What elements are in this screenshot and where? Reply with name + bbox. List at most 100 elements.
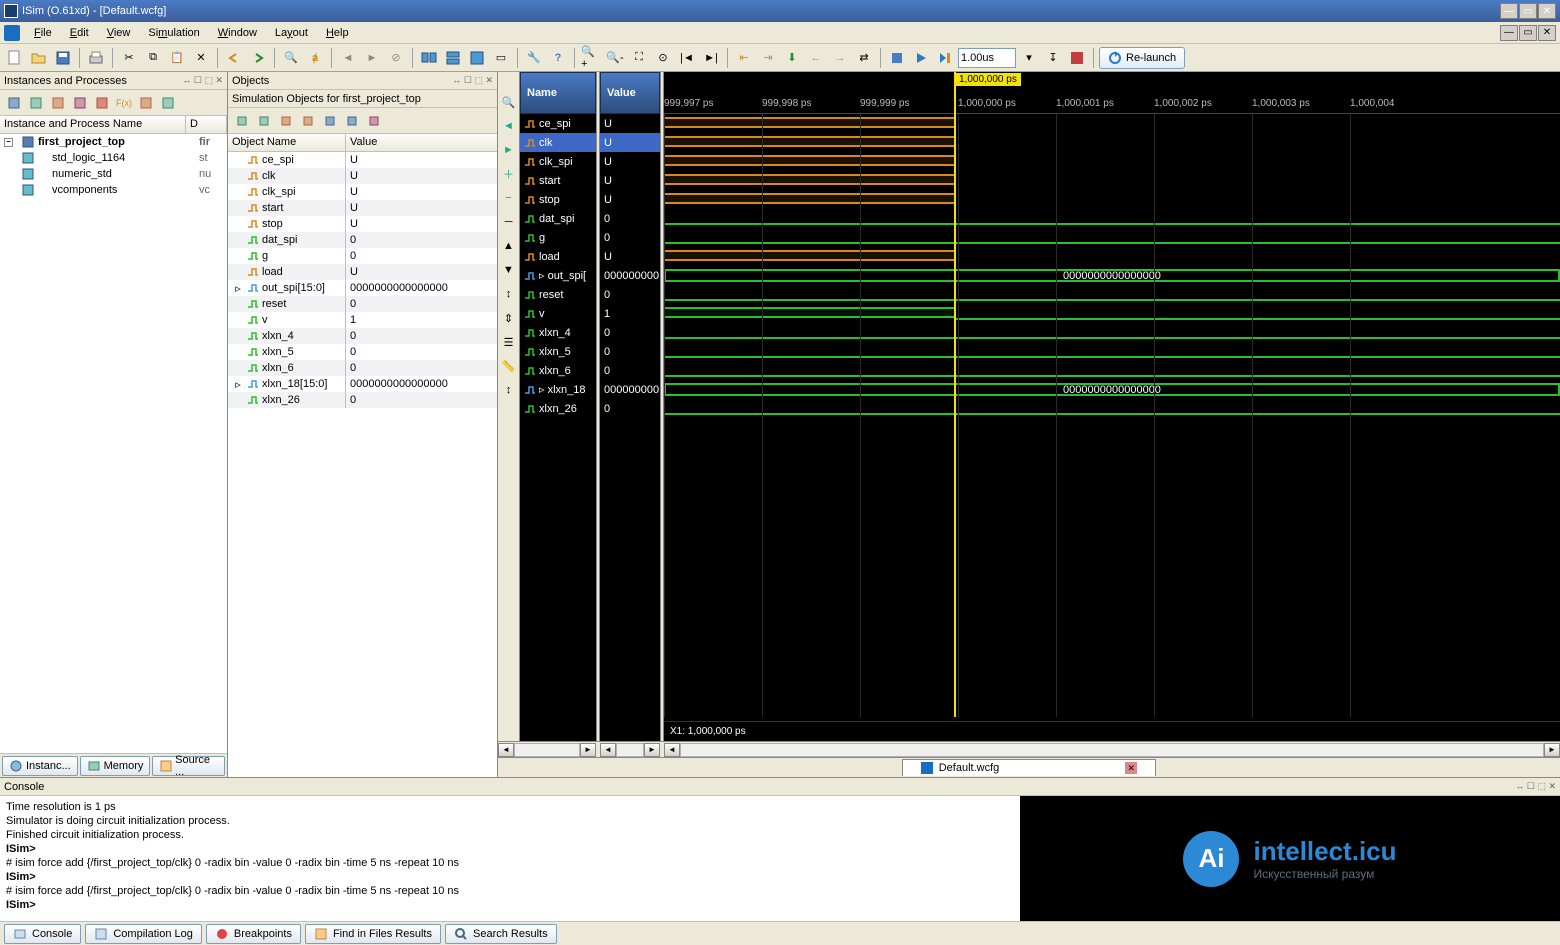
object-row[interactable]: ▹ out_spi[15:0] 0000000000000000 [228,280,497,296]
window-cascade-button[interactable] [418,47,440,69]
console-tab[interactable]: Find in Files Results [305,924,441,944]
wave-file-tab[interactable]: Default.wcfg ✕ [902,759,1157,776]
close-tab-icon[interactable]: ✕ [1125,762,1137,774]
wave-group-up-icon[interactable]: ▲ [499,236,519,256]
instance-row[interactable]: numeric_std nu [0,166,227,182]
window-tile-v-button[interactable] [466,47,488,69]
run-time-dropdown[interactable]: ▾ [1018,47,1040,69]
wave-signal-name[interactable]: xlxn_4 [520,323,596,342]
print-button[interactable] [85,47,107,69]
relaunch-button[interactable]: Re-launch [1099,47,1185,69]
console-tab[interactable]: Compilation Log [85,924,202,944]
wave-signal-name[interactable]: xlxn_5 [520,342,596,361]
menu-file[interactable]: File [26,25,60,41]
wave-lane[interactable] [664,152,1560,171]
left-tab[interactable]: Source ... [152,756,225,776]
obj-tb-6[interactable] [342,111,362,131]
goto-time-0-button[interactable]: |◄ [676,47,698,69]
step-button[interactable]: ↧ [1042,47,1064,69]
goto-prev-button[interactable]: ◄ [337,47,359,69]
wave-lane[interactable] [664,114,1560,133]
obj-tb-3[interactable] [276,111,296,131]
menu-view[interactable]: View [99,25,139,41]
left-tab[interactable]: Memory [80,756,151,776]
wave-signal-name[interactable]: ▹ xlxn_18 [520,380,596,399]
wave-lane[interactable] [664,209,1560,228]
wave-signal-name[interactable]: clk [520,133,596,152]
wave-h-scrollbar[interactable]: ◄► ◄► ◄► [498,741,1560,757]
wave-lane[interactable] [664,399,1560,418]
wave-goto-prev-icon[interactable]: ◄ [499,116,519,136]
new-button[interactable] [4,47,26,69]
object-row[interactable]: clk U [228,168,497,184]
wave-signal-value[interactable]: 0 [600,228,660,247]
restart-button[interactable] [886,47,908,69]
left-tab[interactable]: Instanc... [2,756,78,776]
inst-col-d[interactable]: D [186,116,227,133]
console-tab[interactable]: Console [4,924,81,944]
close-button[interactable]: ✕ [1538,3,1556,19]
menu-simulation[interactable]: Simulation [140,25,207,41]
panel-controls[interactable]: ↔ ☐ ⬚ ✕ [452,75,493,86]
add-marker-button[interactable]: ⬇ [781,47,803,69]
prev-marker-button[interactable]: ← [805,47,827,69]
object-row[interactable]: xlxn_4 0 [228,328,497,344]
copy-button[interactable]: ⧉ [142,47,164,69]
obj-col-value[interactable]: Value [346,134,497,151]
wave-signal-name[interactable]: ce_spi [520,114,596,133]
obj-tb-2[interactable] [254,111,274,131]
obj-tb-7[interactable] [364,111,384,131]
wave-signal-name[interactable]: g [520,228,596,247]
wave-signal-value[interactable]: 0 [600,209,660,228]
run-for-button[interactable] [934,47,956,69]
zoom-cursor-button[interactable]: ⊙ [652,47,674,69]
wave-group-down-icon[interactable]: ▼ [499,260,519,280]
wave-signal-value[interactable]: U [600,171,660,190]
wave-signal-value[interactable]: U [600,114,660,133]
obj-col-name[interactable]: Object Name [228,134,346,151]
wave-signal-value[interactable]: U [600,133,660,152]
cursor-line[interactable] [954,72,956,717]
save-button[interactable] [52,47,74,69]
run-time-input[interactable] [958,48,1016,68]
maximize-button[interactable]: ▭ [1519,3,1537,19]
wave-signal-name[interactable]: stop [520,190,596,209]
wave-sort-icon[interactable]: ↕ [499,380,519,400]
wave-lane[interactable] [664,228,1560,247]
wave-lane[interactable]: 0000000000000000 [664,266,1560,285]
next-transition-button[interactable]: ⇥ [757,47,779,69]
wave-lane[interactable] [664,247,1560,266]
break-button[interactable] [1066,47,1088,69]
menu-edit[interactable]: Edit [62,25,97,41]
next-marker-button[interactable]: → [829,47,851,69]
obj-tb-1[interactable] [232,111,252,131]
panel-controls[interactable]: ↔ ☐ ⬚ ✕ [1515,781,1556,792]
wave-signal-value[interactable]: 000000000 [600,266,660,285]
object-row[interactable]: xlxn_5 0 [228,344,497,360]
wave-lane[interactable] [664,133,1560,152]
instance-row[interactable]: std_logic_1164 st [0,150,227,166]
settings-button[interactable]: 🔧 [523,47,545,69]
panel-controls[interactable]: ↔ ☐ ⬚ ✕ [182,75,223,86]
wave-signal-name[interactable]: xlxn_26 [520,399,596,418]
inst-filter-3[interactable] [48,93,68,113]
find-in-files-button[interactable]: ⱥ [304,47,326,69]
delete-button[interactable]: ✕ [190,47,212,69]
zoom-fit-button[interactable]: ⛶ [628,47,650,69]
wave-signal-name[interactable]: clk_spi [520,152,596,171]
wave-divider-icon[interactable]: ─ [499,212,519,232]
object-row[interactable]: start U [228,200,497,216]
wave-ruler-icon[interactable]: 📏 [499,356,519,376]
object-row[interactable]: xlxn_26 0 [228,392,497,408]
inst-filter-1[interactable] [4,93,24,113]
inst-col-name[interactable]: Instance and Process Name [0,116,186,133]
wave-add-icon[interactable]: ＋ [499,164,519,184]
help-context-button[interactable]: ? [547,47,569,69]
prev-transition-button[interactable]: ⇤ [733,47,755,69]
goto-last-button[interactable]: ►| [700,47,722,69]
stop-sim-button[interactable]: ⊘ [385,47,407,69]
find-button[interactable]: 🔍 [280,47,302,69]
console-output[interactable]: Time resolution is 1 psSimulator is doin… [0,796,1020,921]
zoom-out-button[interactable]: 🔍- [604,47,626,69]
object-row[interactable]: v 1 [228,312,497,328]
